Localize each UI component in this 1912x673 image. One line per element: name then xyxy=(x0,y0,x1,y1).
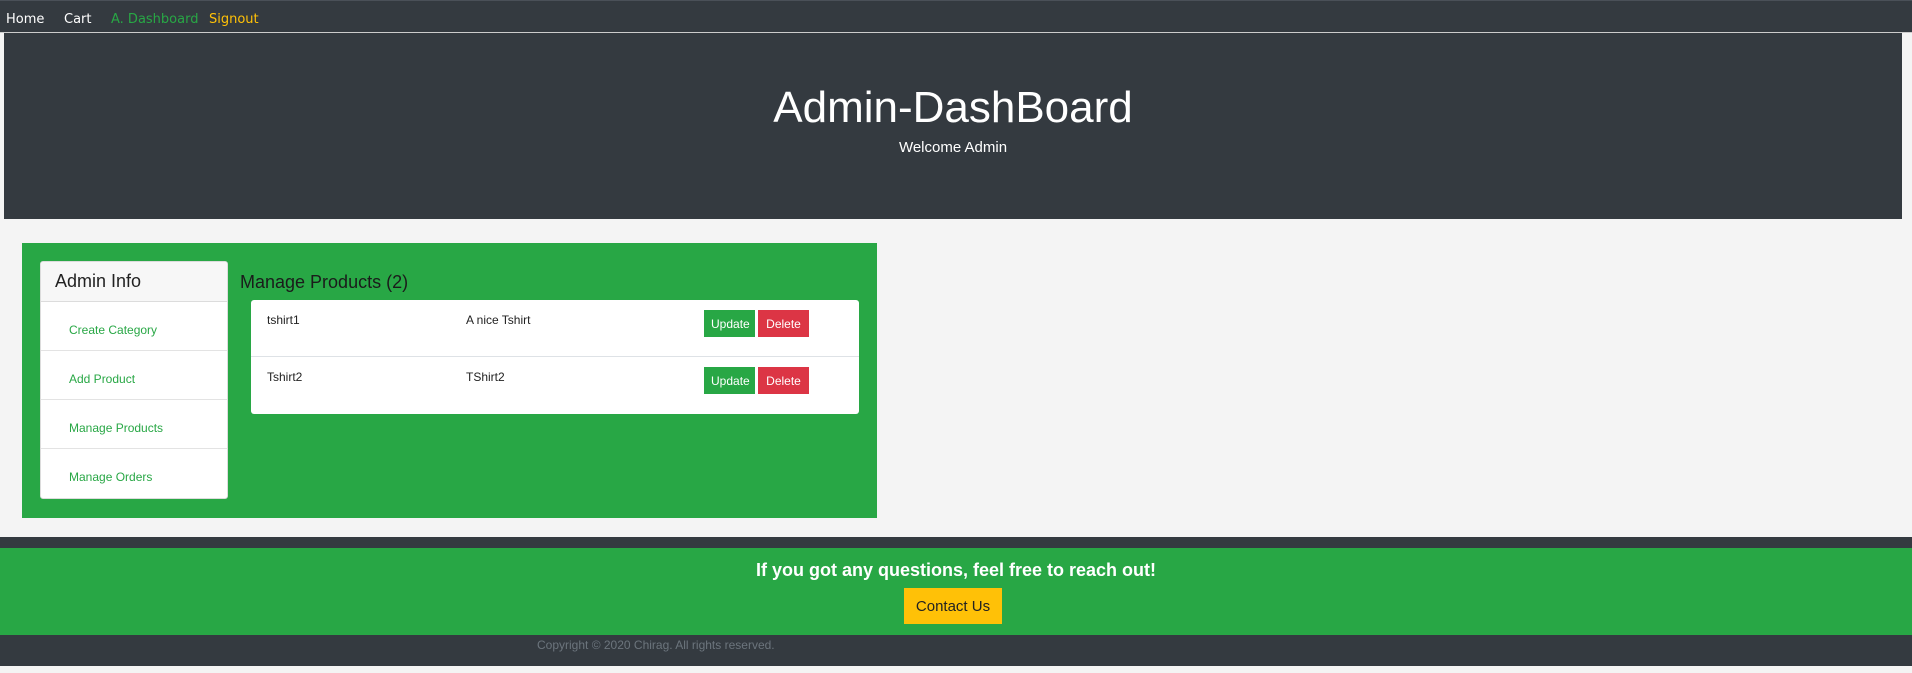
list-item: Create Category xyxy=(41,302,227,351)
footer-cta: If you got any questions, feel free to r… xyxy=(0,548,1912,635)
footer: If you got any questions, feel free to r… xyxy=(0,537,1912,666)
product-name: Tshirt2 xyxy=(267,370,303,384)
dashboard-panel: Admin Info Create Category Add Product M… xyxy=(22,243,877,518)
create-category-link[interactable]: Create Category xyxy=(69,323,157,337)
admin-links-list: Create Category Add Product Manage Produ… xyxy=(41,302,227,498)
top-navbar: Home Cart A. Dashboard Signout xyxy=(0,0,1912,33)
add-product-link[interactable]: Add Product xyxy=(69,372,135,386)
manage-products-link[interactable]: Manage Products xyxy=(69,421,163,435)
list-item: Manage Products xyxy=(41,400,227,449)
contact-us-button[interactable]: Contact Us xyxy=(904,588,1002,624)
product-description: A nice Tshirt xyxy=(466,313,531,327)
manage-products-title: Manage Products (2) xyxy=(240,272,409,292)
update-button[interactable]: Update xyxy=(704,310,755,337)
nav-dashboard-link[interactable]: A. Dashboard xyxy=(111,12,198,27)
hero-banner: Admin-DashBoard Welcome Admin xyxy=(4,33,1902,219)
nav-cart-link[interactable]: Cart xyxy=(64,12,92,27)
copyright-text: Copyright © 2020 Chirag. All rights rese… xyxy=(537,638,775,652)
admin-info-card: Admin Info Create Category Add Product M… xyxy=(40,261,228,499)
admin-info-header: Admin Info xyxy=(41,262,227,302)
table-row: tshirt1 A nice Tshirt Update Delete xyxy=(251,300,859,357)
product-name: tshirt1 xyxy=(267,313,300,327)
delete-button[interactable]: Delete xyxy=(758,310,809,337)
page-subtitle: Welcome Admin xyxy=(898,139,1008,156)
nav-signout-link[interactable]: Signout xyxy=(209,12,259,27)
manage-orders-link[interactable]: Manage Orders xyxy=(69,470,152,484)
page-title: Admin-DashBoard xyxy=(773,83,1133,132)
table-row: Tshirt2 TShirt2 Update Delete xyxy=(251,357,859,414)
product-description: TShirt2 xyxy=(466,370,505,384)
footer-question: If you got any questions, feel free to r… xyxy=(755,560,1157,580)
products-table: tshirt1 A nice Tshirt Update Delete Tshi… xyxy=(251,300,859,414)
nav-home-link[interactable]: Home xyxy=(6,12,44,27)
list-item: Add Product xyxy=(41,351,227,400)
delete-button[interactable]: Delete xyxy=(758,367,809,394)
update-button[interactable]: Update xyxy=(704,367,755,394)
list-item: Manage Orders xyxy=(41,449,227,498)
